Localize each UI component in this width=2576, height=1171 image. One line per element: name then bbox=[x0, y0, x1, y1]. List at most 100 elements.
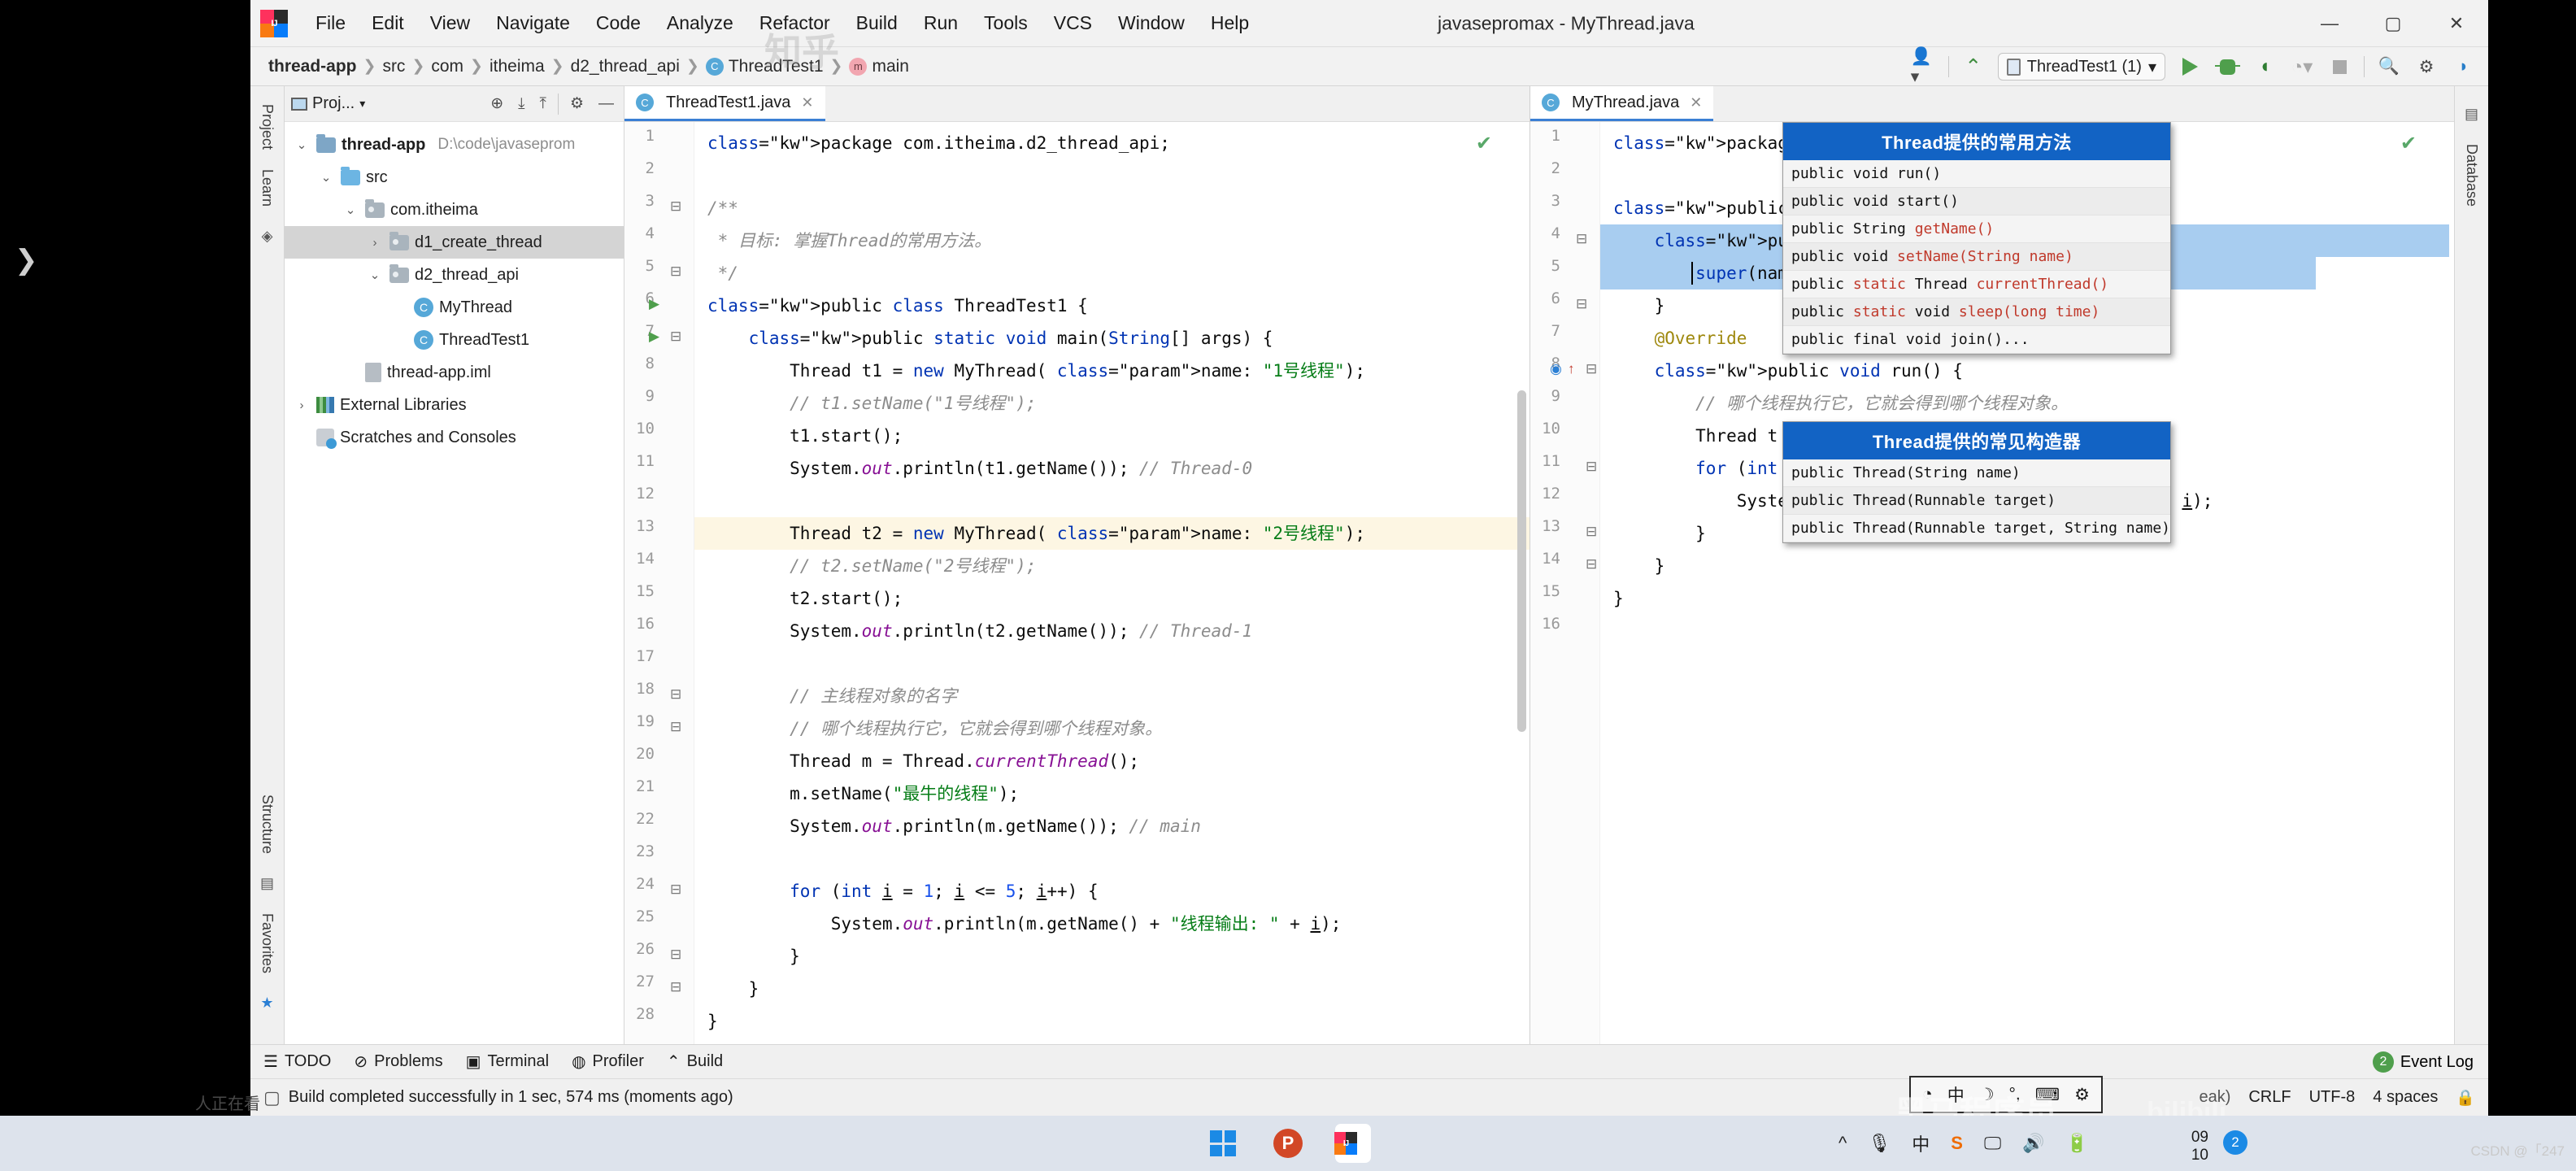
taskbar-powerpoint[interactable]: P bbox=[1269, 1125, 1307, 1162]
code-line[interactable]: // 哪个线程执行它，它就会得到哪个线程对象。 bbox=[707, 712, 1162, 745]
code-line[interactable]: Thread t1 = new MyThread( class="param">… bbox=[707, 355, 1365, 387]
fold-icon[interactable]: ⊟ bbox=[670, 263, 681, 280]
code-line[interactable]: } bbox=[1613, 517, 1706, 550]
code-line[interactable]: Thread m = Thread.currentThread(); bbox=[707, 745, 1139, 777]
fold-icon[interactable]: ⊟ bbox=[1576, 231, 1587, 247]
minimize-button[interactable]: — bbox=[2298, 0, 2361, 47]
fold-icon[interactable]: ⊟ bbox=[1586, 556, 1597, 572]
gear-icon[interactable]: ⚙ bbox=[2413, 54, 2439, 80]
code-line[interactable]: class="kw">public static void main(Strin… bbox=[707, 322, 1273, 355]
sidebar-item-project[interactable]: Project bbox=[256, 94, 278, 159]
menu-tools[interactable]: Tools bbox=[971, 9, 1041, 37]
menu-code[interactable]: Code bbox=[583, 9, 654, 37]
battery-icon[interactable]: 🔋 bbox=[2066, 1133, 2088, 1154]
star-icon[interactable]: ★ bbox=[260, 995, 273, 1012]
gutter-right[interactable]: 1 2 3 4 5 6 7 8 9 10 11 12 13 14 15 16 ⊟ ⊟ ◉ ↑ ⊟ ⊟ ⊟ ⊟ bbox=[1530, 122, 1600, 1044]
menu-window[interactable]: Window bbox=[1105, 9, 1198, 37]
code-line[interactable]: * 目标: 掌握Thread的常用方法。 bbox=[707, 224, 991, 257]
code-line[interactable]: System.out.println(m.getName()); // main bbox=[707, 810, 1201, 842]
code-area-right[interactable]: 1 2 3 4 5 6 7 8 9 10 11 12 13 14 15 16 ⊟ ⊟ ◉ ↑ ⊟ ⊟ ⊟ ⊟ class="k… bbox=[1530, 122, 2454, 1044]
tree-item-threadtest1[interactable]: C ThreadTest1 bbox=[285, 324, 624, 356]
hide-panel-icon[interactable]: — bbox=[595, 94, 617, 115]
tool-window-build[interactable]: ⌃ Build bbox=[667, 1051, 723, 1072]
code-line[interactable]: } bbox=[707, 1005, 718, 1038]
menu-build[interactable]: Build bbox=[843, 9, 911, 37]
menu-analyze[interactable]: Analyze bbox=[654, 9, 746, 37]
keyboard-icon[interactable]: ⌨ bbox=[2035, 1085, 2060, 1105]
run-button[interactable] bbox=[2177, 54, 2203, 80]
sidebar-item-database[interactable]: Database bbox=[2461, 134, 2482, 216]
notification-badge[interactable]: 2 bbox=[2223, 1130, 2247, 1155]
tab-threadtest1-java[interactable]: C ThreadTest1.java ✕ bbox=[624, 86, 825, 121]
vcs-user-icon[interactable]: 👤▾ bbox=[1911, 47, 1937, 86]
twisty-icon[interactable]: ⌄ bbox=[293, 137, 311, 152]
close-icon[interactable]: ✕ bbox=[801, 94, 813, 111]
code-line[interactable]: System.out.println(m.getName() + "线程输出: … bbox=[707, 908, 1342, 940]
indent-indicator[interactable]: 4 spaces bbox=[2373, 1088, 2438, 1107]
code-area-left[interactable]: 1 2 3 4 5 6 7 8 9 10 11 12 13 14 15 16 17 18 19 20 21 22 23 24 2… bbox=[624, 122, 1530, 1044]
menu-navigate[interactable]: Navigate bbox=[483, 9, 583, 37]
fold-icon[interactable]: ⊟ bbox=[670, 979, 681, 995]
fold-icon[interactable]: ⊟ bbox=[670, 947, 681, 963]
build-hammer-icon[interactable]: ⌃ bbox=[1960, 54, 1986, 80]
code-line[interactable]: } bbox=[1613, 550, 1665, 582]
override-gutter-icon[interactable]: ◉ bbox=[1550, 361, 1562, 377]
tool-window-terminal[interactable]: ▣ Terminal bbox=[466, 1051, 549, 1072]
fold-icon[interactable]: ⊟ bbox=[670, 198, 681, 215]
twisty-icon[interactable]: ⌄ bbox=[342, 202, 359, 217]
desktop-peek-arrow[interactable]: ❯ bbox=[15, 244, 38, 276]
code-line[interactable]: } bbox=[1613, 582, 1624, 615]
taskbar-start-button[interactable] bbox=[1204, 1125, 1242, 1162]
taskbar-intellij[interactable]: IJ bbox=[1334, 1124, 1372, 1163]
twisty-icon[interactable]: › bbox=[293, 398, 311, 412]
twisty-icon[interactable]: ⌄ bbox=[317, 170, 335, 185]
tray-expand-icon[interactable]: ^ bbox=[1838, 1133, 1847, 1154]
twisty-icon[interactable]: › bbox=[366, 236, 384, 250]
updates-icon[interactable]: ◗ bbox=[2451, 54, 2477, 80]
fold-icon[interactable]: ⊟ bbox=[670, 719, 681, 735]
tree-item-external-libraries[interactable]: › External Libraries bbox=[285, 389, 624, 421]
mic-icon[interactable]: 🎙 bbox=[1868, 1133, 1891, 1154]
encoding-indicator[interactable]: UTF-8 bbox=[2309, 1088, 2356, 1107]
event-log-button[interactable]: 2 Event Log bbox=[2372, 1051, 2474, 1073]
chinese-ime-icon[interactable]: 中 bbox=[1912, 1130, 1930, 1156]
code-line[interactable]: class="kw">package com.itheima.d2_thread… bbox=[707, 127, 1170, 159]
tree-item-thread-app-iml[interactable]: thread-app.iml bbox=[285, 356, 624, 389]
tree-item-d1-create-thread[interactable]: › d1_create_thread bbox=[285, 226, 624, 259]
code-line[interactable]: // t1.setName("1号线程"); bbox=[707, 387, 1036, 420]
menu-edit[interactable]: Edit bbox=[359, 9, 417, 37]
fold-icon[interactable]: ⊟ bbox=[670, 882, 681, 898]
tree-item-scratches-and-consoles[interactable]: Scratches and Consoles bbox=[285, 421, 624, 454]
tool-window-todo[interactable]: ☰ TODO bbox=[263, 1051, 331, 1072]
fold-icon[interactable]: ⊟ bbox=[1586, 459, 1597, 475]
code-line[interactable]: } bbox=[707, 940, 800, 973]
menu-vcs[interactable]: VCS bbox=[1041, 9, 1105, 37]
run-configuration-selector[interactable]: ThreadTest1 (1) ▾ bbox=[1997, 53, 2165, 81]
fold-icon[interactable]: ⊟ bbox=[1586, 361, 1597, 377]
tree-item-src[interactable]: ⌄ src bbox=[285, 161, 624, 194]
code-line[interactable]: t2.start(); bbox=[707, 582, 903, 615]
code-line[interactable]: class="kw">public void run() { bbox=[1613, 355, 1963, 387]
code-line[interactable]: // 主线程对象的名字 bbox=[707, 680, 957, 712]
code-line[interactable]: System.out.println(t2.getName()); // Thr… bbox=[707, 615, 1252, 647]
speed-icon[interactable]: ◔ bbox=[1922, 1085, 1933, 1104]
code-line[interactable]: @Override bbox=[1613, 322, 1747, 355]
stop-button[interactable] bbox=[2326, 54, 2352, 80]
editor-scrollbar-left[interactable] bbox=[1517, 390, 1526, 732]
code-line[interactable]: t1.start(); bbox=[707, 420, 903, 452]
menu-help[interactable]: Help bbox=[1198, 9, 1262, 37]
gutter-left[interactable]: 1 2 3 4 5 6 7 8 9 10 11 12 13 14 15 16 17 18 19 20 21 22 23 24 2… bbox=[624, 122, 694, 1044]
code-line[interactable]: */ bbox=[707, 257, 738, 289]
fold-icon[interactable]: ⊟ bbox=[670, 686, 681, 703]
menu-refactor[interactable]: Refactor bbox=[746, 9, 843, 37]
breadcrumb-threadtest1[interactable]: C ThreadTest1 bbox=[701, 55, 829, 78]
tree-item-com-itheima[interactable]: ⌄ com.itheima bbox=[285, 194, 624, 226]
breadcrumb-src[interactable]: src bbox=[377, 55, 410, 78]
chinese-mode-icon[interactable]: 中 bbox=[1947, 1082, 1965, 1107]
volume-icon[interactable]: 🔊 bbox=[2022, 1133, 2044, 1154]
fold-icon[interactable]: ⊟ bbox=[670, 329, 681, 345]
line-separator-indicator[interactable]: CRLF bbox=[2248, 1088, 2291, 1107]
code-line[interactable]: // 哪个线程执行它，它就会得到哪个线程对象。 bbox=[1613, 387, 2068, 420]
scroll-from-source-icon[interactable]: ⊕ bbox=[487, 93, 507, 115]
fold-icon[interactable]: ⊟ bbox=[1576, 296, 1587, 312]
